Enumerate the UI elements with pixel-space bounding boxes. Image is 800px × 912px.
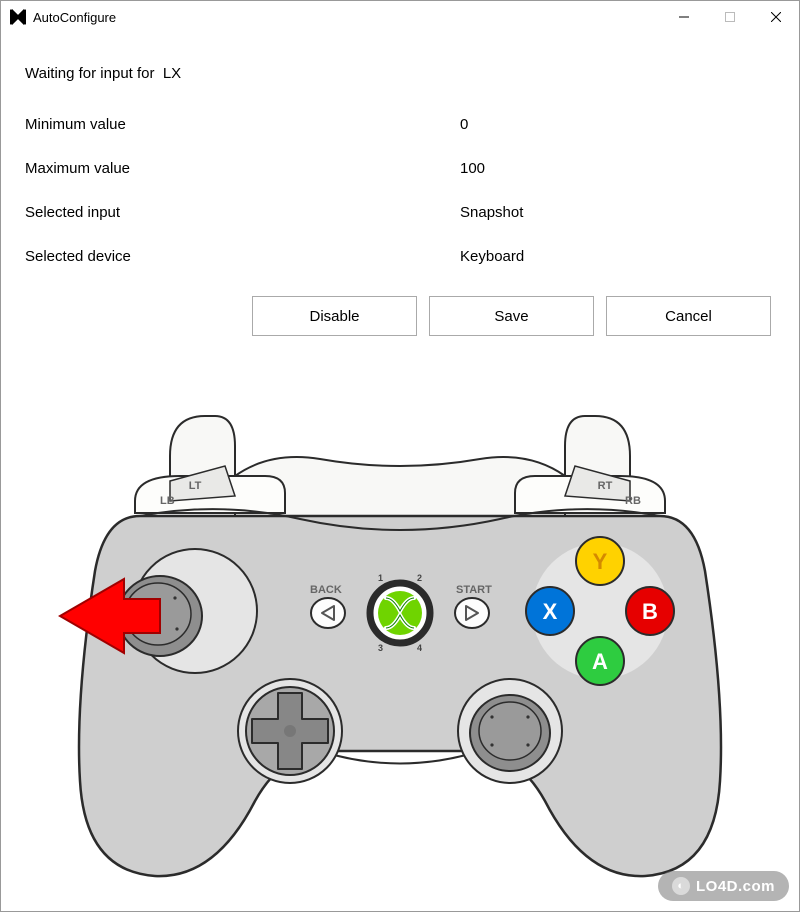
- start-button: [455, 598, 489, 628]
- guide-n3: 3: [378, 643, 383, 653]
- disable-button[interactable]: Disable: [252, 296, 417, 336]
- close-button[interactable]: [753, 1, 799, 33]
- row-max: Maximum value 100: [25, 146, 775, 190]
- row-device: Selected device Keyboard: [25, 234, 775, 278]
- max-label: Maximum value: [25, 160, 460, 177]
- row-min: Minimum value 0: [25, 102, 775, 146]
- titlebar: AutoConfigure: [1, 1, 799, 33]
- app-window: AutoConfigure Waiting for input for LX M: [0, 0, 800, 912]
- window-title: AutoConfigure: [33, 10, 116, 25]
- back-label: BACK: [310, 584, 342, 596]
- lb-label: LB: [160, 495, 175, 507]
- x-label: X: [543, 599, 558, 624]
- status-text: Waiting for input for LX: [25, 65, 775, 82]
- maximize-button: [707, 1, 753, 33]
- dpad: [238, 679, 342, 783]
- controller-diagram: LT RT LB RB: [1, 391, 799, 911]
- watermark-icon: ◐: [672, 877, 690, 895]
- y-label: Y: [593, 549, 608, 574]
- content-area: Waiting for input for LX Minimum value 0…: [1, 33, 799, 346]
- guide-n1: 1: [378, 573, 383, 583]
- watermark: ◐ LO4D.com: [658, 871, 789, 901]
- button-row: Disable Save Cancel: [25, 296, 775, 336]
- max-value: 100: [460, 160, 775, 177]
- guide-button: [370, 583, 430, 643]
- input-label: Selected input: [25, 204, 460, 221]
- lt-label: LT: [189, 480, 202, 492]
- bumper-right: [515, 476, 665, 513]
- min-value: 0: [460, 116, 775, 133]
- status-axis: LX: [163, 65, 181, 82]
- bumper-left: [135, 476, 285, 513]
- a-label: A: [592, 649, 608, 674]
- back-button: [311, 598, 345, 628]
- save-button[interactable]: Save: [429, 296, 594, 336]
- status-prefix: Waiting for input for: [25, 65, 155, 82]
- minimize-button[interactable]: [661, 1, 707, 33]
- window-controls: [661, 1, 799, 33]
- guide-n4: 4: [417, 643, 422, 653]
- controller-body: [79, 509, 721, 876]
- trigger-left: [170, 416, 235, 481]
- watermark-text: LO4D.com: [696, 878, 775, 895]
- guide-n2: 2: [417, 573, 422, 583]
- start-label: START: [456, 584, 492, 596]
- device-value: Keyboard: [460, 248, 775, 265]
- trigger-right: [565, 416, 630, 481]
- device-label: Selected device: [25, 248, 460, 265]
- cancel-button[interactable]: Cancel: [606, 296, 771, 336]
- row-input: Selected input Snapshot: [25, 190, 775, 234]
- face-buttons: Y A X B: [526, 537, 674, 685]
- input-value: Snapshot: [460, 204, 775, 221]
- right-stick: [458, 679, 562, 783]
- rt-label: RT: [598, 480, 613, 492]
- app-icon: [9, 8, 27, 26]
- min-label: Minimum value: [25, 116, 460, 133]
- left-stick: [118, 549, 257, 673]
- rb-label: RB: [625, 495, 641, 507]
- left-arrow-icon: [60, 579, 160, 653]
- b-label: B: [642, 599, 658, 624]
